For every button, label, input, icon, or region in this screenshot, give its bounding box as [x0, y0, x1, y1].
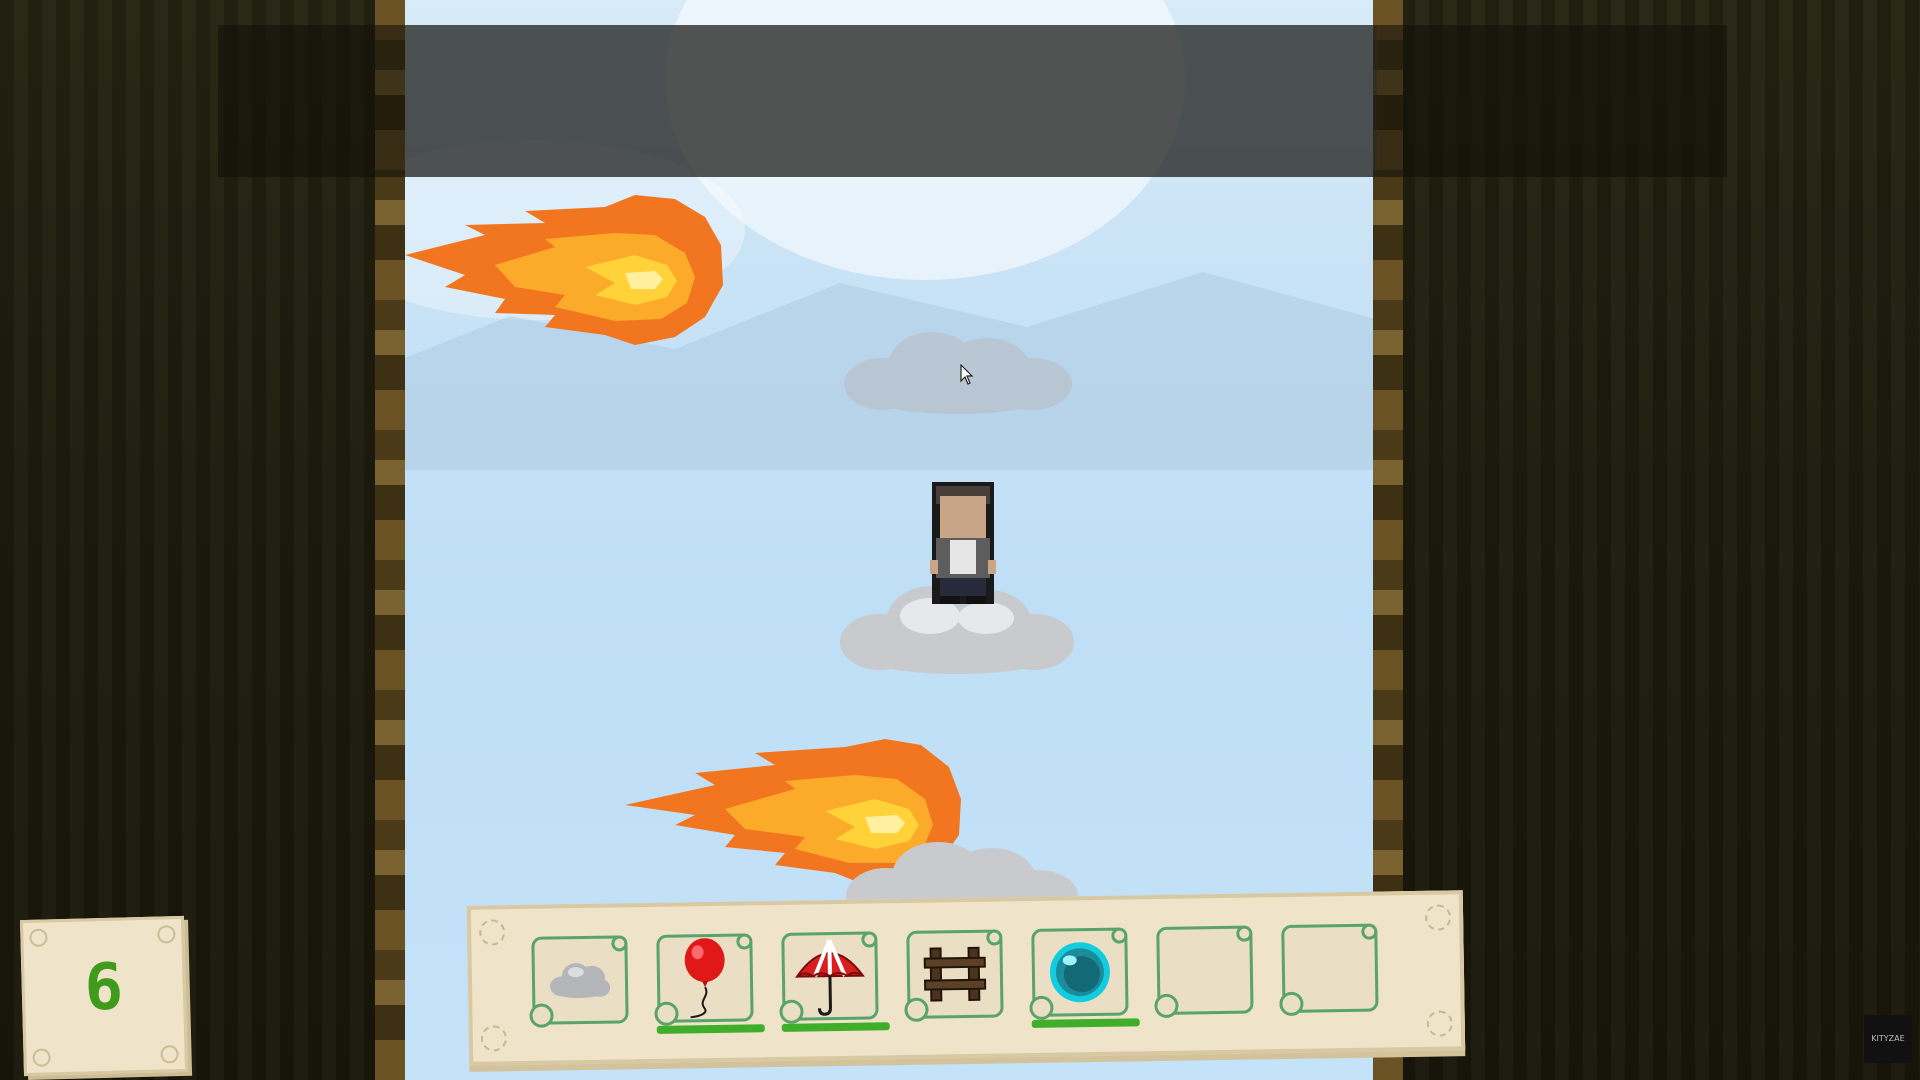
- umbrella-icon: [795, 939, 865, 1016]
- score-counter: 6: [83, 950, 125, 1026]
- slot-knob: [1361, 923, 1378, 940]
- slot-knob: [1154, 993, 1179, 1019]
- fence-icon: [923, 946, 987, 1002]
- slot-knob: [529, 1003, 554, 1028]
- card-corner-ornament: [160, 1045, 179, 1064]
- top-banner-center: [405, 25, 1377, 177]
- charge-bar: [1031, 1018, 1140, 1028]
- inventory-slot-empty[interactable]: [1154, 925, 1254, 1019]
- faded-cloud: [844, 332, 1072, 414]
- card-corner-ornament: [157, 925, 176, 944]
- charge-bar: [656, 1024, 765, 1034]
- slot-knob: [1111, 927, 1128, 944]
- inventory-slot-empty[interactable]: [1279, 923, 1379, 1017]
- slot-knob: [1236, 925, 1253, 942]
- inventory-ornament: [1424, 904, 1452, 931]
- mouse-cursor-icon: [960, 364, 974, 385]
- score-card: 6: [19, 915, 189, 1077]
- slot-knob: [1279, 991, 1304, 1017]
- card-corner-ornament: [29, 928, 48, 947]
- slot-knob: [736, 933, 753, 950]
- inventory-slot-bubble[interactable]: [1029, 927, 1140, 1028]
- inventory-slot-cloud[interactable]: [529, 935, 629, 1028]
- card-corner-ornament: [32, 1048, 51, 1067]
- slot-knob: [611, 935, 628, 952]
- fireball: [405, 195, 723, 345]
- charge-bar: [781, 1022, 890, 1032]
- cloud-icon: [550, 963, 611, 999]
- balloon-icon: [684, 938, 725, 1019]
- inventory-slot-umbrella[interactable]: [779, 931, 890, 1032]
- inventory-bar: [466, 890, 1466, 1066]
- inventory-ornament: [479, 919, 506, 946]
- bubble-icon: [1049, 942, 1110, 1003]
- slot-knob: [654, 1001, 679, 1026]
- inventory-ornament: [1426, 1010, 1453, 1037]
- inventory-slot-balloon[interactable]: [654, 933, 765, 1034]
- slot-knob: [986, 929, 1003, 946]
- watermark-logo: KITYZAE: [1864, 1015, 1912, 1063]
- player-character: [930, 482, 996, 604]
- inventory-slot-fence[interactable]: [904, 929, 1004, 1022]
- inventory-ornament: [480, 1025, 508, 1052]
